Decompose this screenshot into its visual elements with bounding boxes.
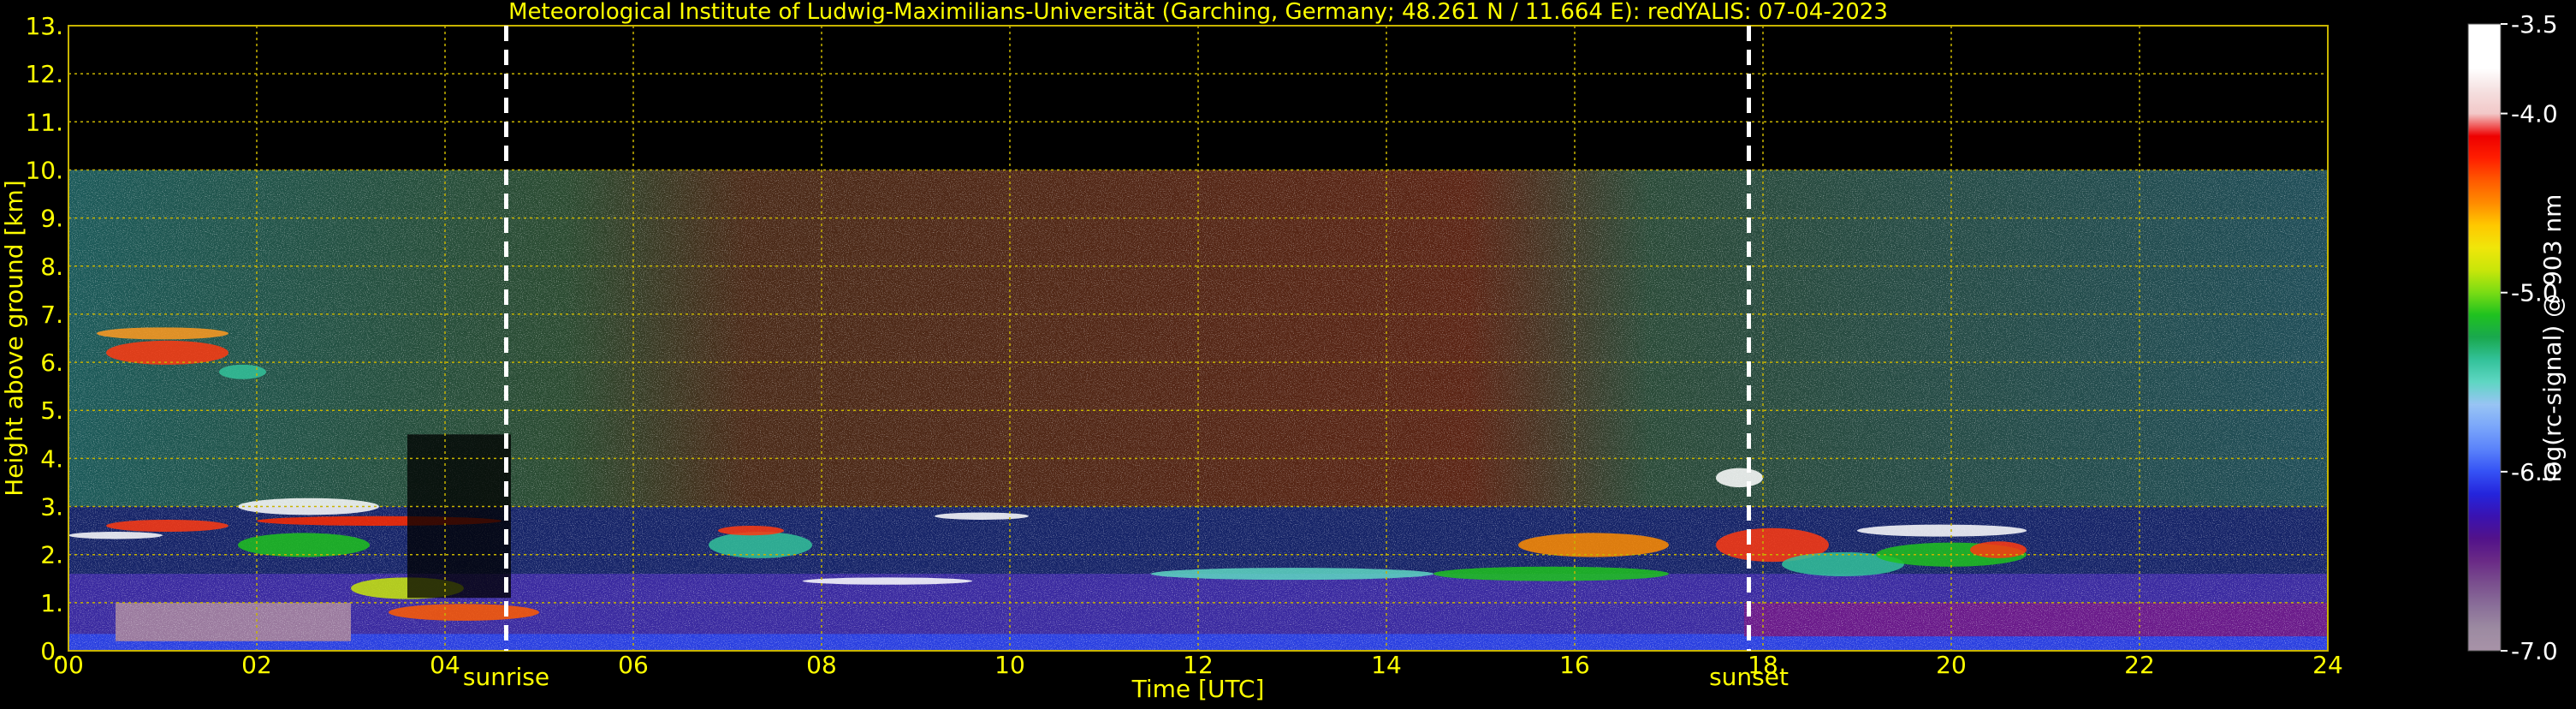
x-tick-label: 04 [430, 651, 460, 679]
y-tick-label: 0. [40, 637, 63, 665]
y-tick-label: 12. [25, 60, 63, 88]
cloud-feature [389, 604, 539, 621]
x-tick-label: 16 [1559, 651, 1590, 679]
cloud-feature [68, 532, 163, 539]
y-tick-label: 8. [40, 253, 63, 281]
x-tick-label: 18 [1748, 651, 1778, 679]
cloud-feature [1970, 541, 2027, 558]
cloud-feature [718, 526, 784, 536]
cloud-feature [1518, 533, 1669, 557]
cloud-feature [1151, 568, 1433, 581]
cloud-feature [1857, 524, 2027, 537]
cloud-feature [803, 577, 972, 585]
y-tick-label: 11. [25, 108, 63, 136]
chart-title: Meteorological Institute of Ludwig-Maxim… [508, 0, 1888, 25]
y-tick-label: 6. [40, 349, 63, 377]
x-tick-label: 02 [241, 651, 272, 679]
x-tick-label: 14 [1371, 651, 1402, 679]
cloud-feature [106, 340, 229, 365]
cloud-feature [935, 512, 1029, 520]
y-tick-label: 9. [40, 205, 63, 233]
cloud-feature [106, 519, 229, 533]
y-tick-label: 4. [40, 444, 63, 473]
x-tick-label: 10 [994, 651, 1025, 679]
x-tick-label: 24 [2312, 651, 2343, 679]
y-tick-label: 2. [40, 541, 63, 569]
cloud-feature [1433, 566, 1669, 581]
colorbar-tick-label: -3.5 [2511, 10, 2558, 39]
x-tick-label: 20 [1936, 651, 1967, 679]
lidar-figure: sunrise sunset 00 02 04 06 08 10 12 14 16 18 20 22 24… [0, 0, 2576, 706]
x-axis-label: Time [UTC] [1131, 675, 1265, 703]
x-tick-label: 06 [618, 651, 649, 679]
colorbar-label: log(rc-signal) @ 903 nm [2538, 194, 2567, 483]
y-tick-label: 5. [40, 396, 63, 425]
y-tick-label: 1. [40, 589, 63, 617]
y-axis-ticks: 0. 1. 2. 3. 4. 5. 6. 7. 8. 9. 10. 11. 12. 13. [25, 12, 63, 665]
event-label-sunrise: sunrise [463, 663, 549, 691]
colorbar-tick-label: -4.0 [2511, 100, 2558, 128]
cloud-feature [709, 532, 812, 558]
cloud-feature [219, 364, 266, 379]
cloud-feature [238, 533, 370, 557]
cloud-feature [97, 327, 229, 340]
colorbar [2467, 23, 2502, 652]
colorbar-tick-label: -7.0 [2511, 637, 2558, 665]
y-axis-label: Height above ground [km] [0, 180, 28, 497]
y-tick-label: 7. [40, 301, 63, 329]
y-tick-label: 13. [25, 12, 63, 40]
lidar-quicklook-chart: sunrise sunset 00 02 04 06 08 10 12 14 16 18 20 22 24… [0, 0, 2567, 703]
y-tick-label: 3. [40, 493, 63, 521]
cloud-feature [1716, 468, 1763, 488]
y-tick-label: 10. [25, 156, 63, 184]
x-tick-label: 22 [2124, 651, 2155, 679]
x-tick-label: 08 [806, 651, 837, 679]
